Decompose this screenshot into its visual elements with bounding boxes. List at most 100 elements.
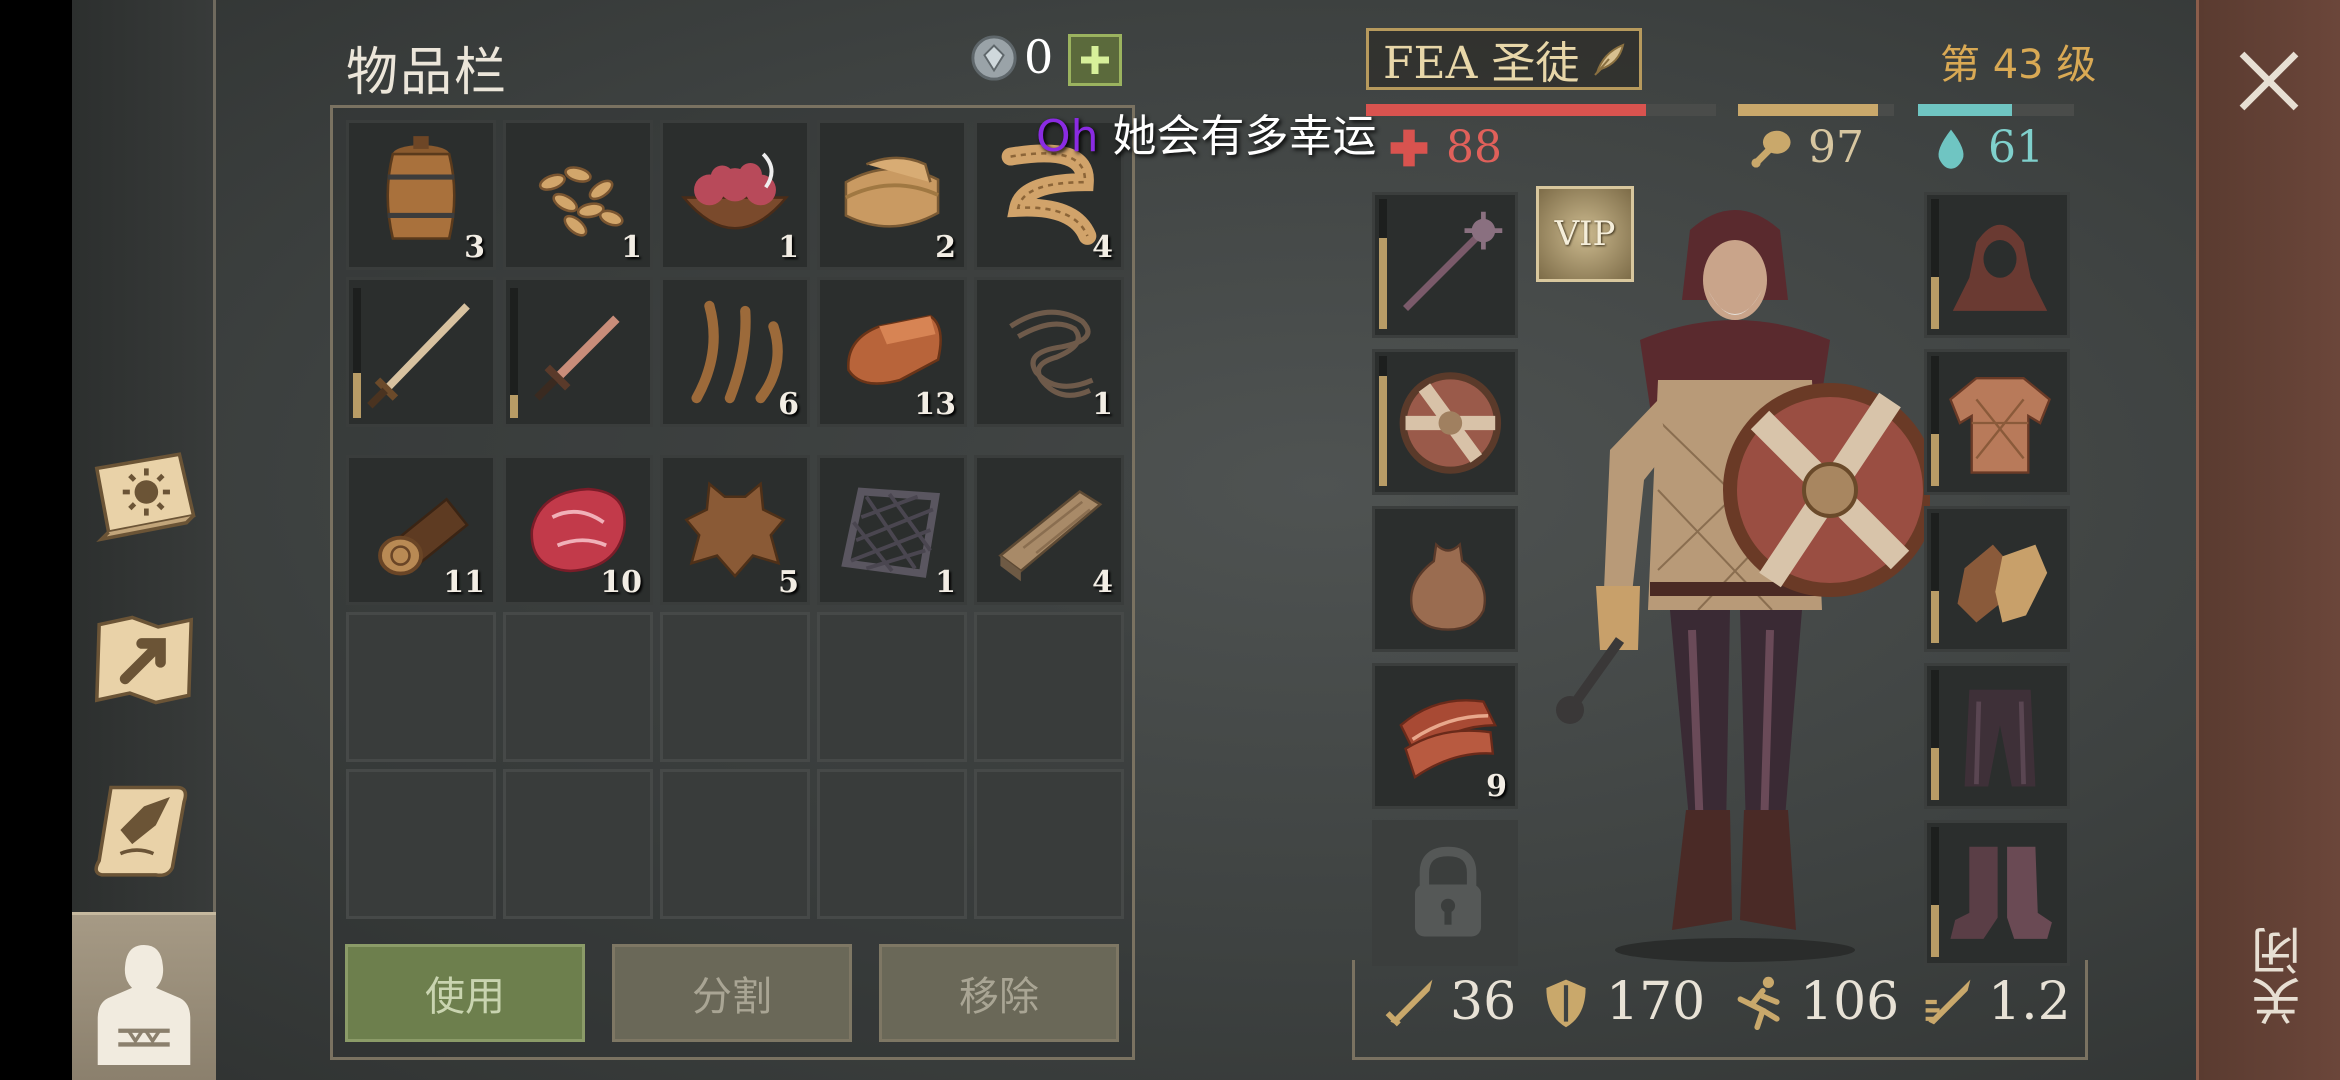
inventory-slot-copper-ingot[interactable]: 13 [817,277,967,427]
attack-stat: 36 [1382,972,1516,1032]
item-quantity: 13 [914,387,956,422]
equip-slot-head[interactable] [1924,192,2070,338]
inventory-slot-cloth[interactable]: 2 [817,120,967,270]
durability-bar [1379,356,1387,486]
item-quantity: 4 [1092,565,1113,600]
map-arrow-icon[interactable] [84,600,204,720]
attack-speed-value: 1.2 [1988,972,2071,1032]
equip-slot-shield[interactable] [1372,349,1518,495]
attack-value: 36 [1450,972,1517,1032]
inventory-slot-empty[interactable] [660,612,810,762]
inventory-slot-empty[interactable] [974,612,1124,762]
subtitle-highlight: Oh [1036,111,1099,162]
plus-icon [1081,46,1109,74]
item-quantity: 10 [600,565,642,600]
close-label[interactable]: 关闭 [2244,926,2316,1026]
equip-slot-chest[interactable] [1924,349,2070,495]
item-quantity: 4 [1092,230,1113,265]
remove-button[interactable]: 移除 [879,944,1119,1042]
food-value: 97 [1808,122,1864,173]
add-gem-button[interactable] [1068,34,1122,86]
item-quantity: 2 [935,230,956,265]
equip-slot-boots[interactable] [1924,820,2070,966]
equip-slot-weapon[interactable] [1372,192,1518,338]
inventory-slot-iron-grate[interactable]: 1 [817,455,967,605]
gem-currency-icon [971,35,1017,81]
inventory-slot-empty[interactable] [503,612,653,762]
trousers-icon [1964,689,2036,787]
item-quantity: 6 [778,387,799,422]
inventory-slot-seeds[interactable]: 1 [503,120,653,270]
inventory-slot-leather-straps[interactable]: 1 [974,277,1124,427]
lock-icon [1414,846,1482,937]
boots-icon [1950,846,2052,939]
character-name-box[interactable]: FEA 圣徒 [1366,28,1642,90]
close-icon[interactable] [2224,36,2314,126]
dagger-icon [534,315,620,401]
item-quantity: 1 [778,230,799,265]
food-drumstick-icon [1751,130,1791,168]
inventory-slot-raw-meat[interactable]: 10 [503,455,653,605]
sword-icon [1385,979,1433,1027]
item-quantity: 1 [1092,387,1113,422]
inventory-slot-dagger[interactable] [503,277,653,427]
equip-slot-pouch[interactable] [1372,506,1518,652]
water-bar [1918,104,2074,116]
long-sword-icon [367,303,470,409]
water-stat: 61 [1928,122,2044,173]
shield-icon [1546,979,1586,1028]
equip-slot-locked[interactable] [1372,820,1518,966]
health-cross-icon [1390,129,1428,166]
character-tab[interactable] [72,912,216,1080]
water-value: 61 [1988,122,2044,173]
item-quantity: 5 [778,565,799,600]
item-quantity: 11 [443,565,485,600]
character-name: FEA 圣徒 [1383,38,1580,89]
inventory-slot-empty[interactable] [817,769,967,919]
inventory-slot-plant-fiber[interactable]: 6 [660,277,810,427]
gem-count: 0 [1024,30,1054,84]
inventory-slot-guts-bowl[interactable]: 1 [660,120,810,270]
close-panel[interactable] [2196,0,2340,1080]
journal-sun-icon[interactable] [84,432,204,552]
attack-speed-stat: 1.2 [1920,972,2071,1032]
feather-pen-icon [1594,43,1625,76]
inventory-slot-empty[interactable] [346,612,496,762]
round-shield-icon [1399,372,1502,474]
durability-bar [1379,199,1387,329]
equip-slot-food[interactable]: 9 [1372,663,1518,809]
character-silhouette-icon [97,945,191,1065]
quest-scroll-icon[interactable] [84,770,204,890]
inventory-slot-empty[interactable] [817,612,967,762]
item-quantity: 9 [1486,769,1507,804]
inventory-slot-animal-hide[interactable]: 5 [660,455,810,605]
character-model[interactable] [1540,190,1930,970]
water-drop-icon [1938,129,1964,169]
character-level: 第 43 级 [1940,42,2097,88]
subtitle-text: 她会有多幸运 [1098,111,1377,162]
speed-stat: 106 [1732,972,1899,1032]
inventory-slot-empty[interactable] [660,769,810,919]
inventory-slot-plank[interactable]: 4 [974,455,1124,605]
item-quantity: 1 [621,230,642,265]
equip-slot-gloves[interactable] [1924,506,2070,652]
health-bar [1366,104,1716,116]
attack-speed-icon [1925,979,1971,1025]
use-button[interactable]: 使用 [345,944,585,1042]
inventory-slot-empty[interactable] [346,769,496,919]
inventory-slot-empty[interactable] [974,769,1124,919]
health-stat: 88 [1386,122,1502,173]
health-bar-fill [1366,104,1646,116]
speed-value: 106 [1800,972,1900,1032]
armor-stat: 170 [1538,972,1705,1032]
food-stat: 97 [1748,122,1864,173]
equip-slot-legs[interactable] [1924,663,2070,809]
split-button[interactable]: 分割 [612,944,852,1042]
inventory-slot-barrel[interactable]: 3 [346,120,496,270]
inventory-slot-log[interactable]: 11 [346,455,496,605]
inventory-slot-empty[interactable] [503,769,653,919]
inventory-slot-long-sword[interactable] [346,277,496,427]
armor-value: 170 [1606,972,1706,1032]
padded-jacket-icon [1949,376,2051,474]
food-bar-fill [1738,104,1879,116]
